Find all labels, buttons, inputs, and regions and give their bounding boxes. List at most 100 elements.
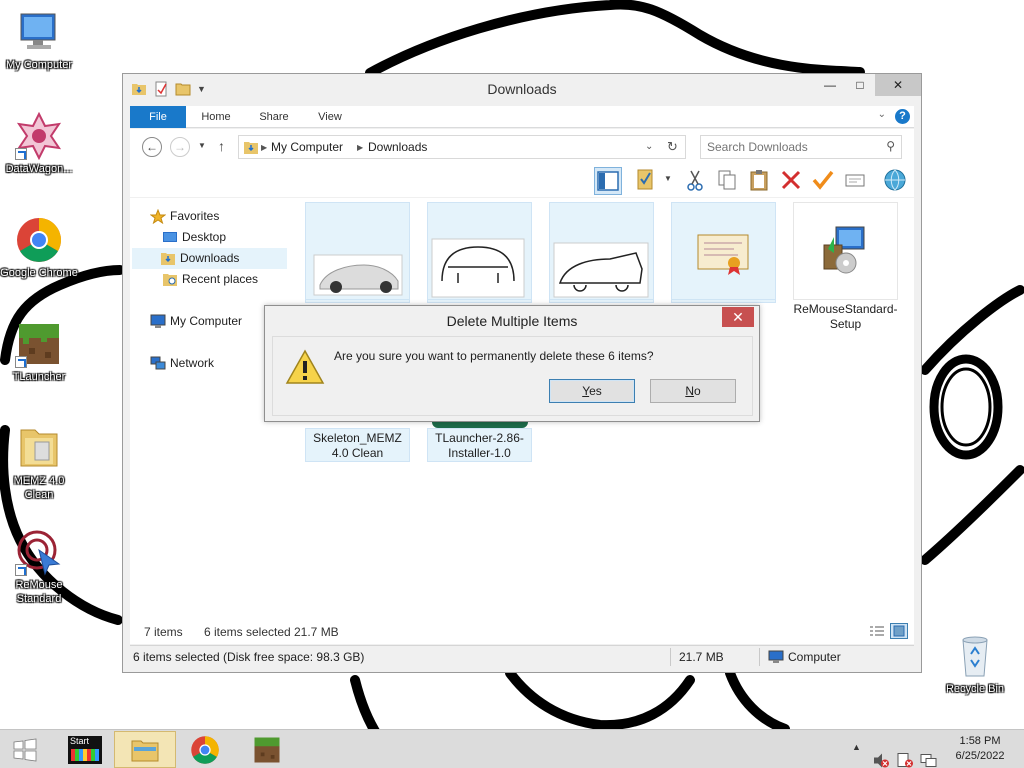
remouse-icon [15,528,63,576]
file-item[interactable] [671,202,776,303]
ribbon-tabs: File Home Share View ⌄ ? [130,106,914,128]
refresh-icon[interactable]: ↻ [667,139,678,155]
close-button[interactable]: ✕ [875,74,921,96]
tab-home[interactable]: Home [188,106,244,128]
search-box[interactable]: ⚲ [700,135,902,159]
desktop-icon-my-computer[interactable]: My Computer [0,8,78,72]
start-tile-icon: Start [68,735,102,764]
nav-my-computer[interactable]: My Computer [150,311,242,332]
address-bar[interactable]: ▶ My Computer ▶ Downloads ⌄ ↻ [238,135,686,159]
file-item[interactable] [549,202,654,303]
file-item[interactable]: ReMouseStandard-Setup [793,202,898,332]
show-hidden-icons-icon[interactable]: ▲ [852,742,861,768]
search-icon[interactable]: ⚲ [886,139,895,153]
title-bar[interactable]: ▼ Downloads — □ ✕ [123,74,921,104]
desktop-icon-label: ReMouse Standard [15,579,63,605]
computer-icon [768,650,784,663]
downloads-folder-icon [161,253,175,265]
window-title: Downloads [487,81,557,97]
file-item[interactable]: TLauncher-2.86-Installer-1.0 [427,416,532,462]
desktop-icon-recycle-bin[interactable]: Recycle Bin [936,632,1014,696]
desktop-icon-tlauncher[interactable]: TLauncher [0,320,78,384]
start-button[interactable] [0,731,50,768]
details-view-button[interactable] [868,623,886,639]
dialog-body: Are you sure you want to permanently del… [272,336,753,416]
address-dropdown-icon[interactable]: ⌄ [645,141,653,152]
breadcrumb-my-computer[interactable]: My Computer [271,140,343,154]
copy-icon [718,170,736,190]
file-item[interactable] [305,202,410,303]
breadcrumb-downloads[interactable]: Downloads [368,140,427,154]
taskbar-chrome[interactable] [174,731,236,768]
clock-time: 1:58 PM [959,735,1001,747]
network-tray-icon[interactable] [920,741,938,768]
speaker-muted-icon[interactable] [872,741,890,768]
file-name: TLauncher-2.86-Installer-1.0 [427,428,532,462]
up-arrow-icon[interactable]: ↑ [218,138,225,154]
shell-button[interactable] [882,167,910,195]
taskbar: Start ▲ 1:58 PM 6/25/2022 [0,729,1024,768]
computer-icon [150,314,166,328]
recent-locations-icon[interactable]: ▼ [198,141,206,150]
preview-pane-button[interactable] [594,167,622,195]
select-button[interactable] [842,167,870,195]
back-button[interactable]: ← [142,137,162,157]
file-item[interactable] [427,202,532,303]
nav-recent-places[interactable]: Recent places [162,269,258,290]
paste-button[interactable] [746,167,774,195]
large-icons-view-icon [893,625,905,637]
tab-view[interactable]: View [304,106,356,128]
cut-button[interactable] [682,167,710,195]
properties-button[interactable] [632,167,660,195]
nav-favorites[interactable]: Favorites [150,206,219,227]
scissors-icon [687,170,703,191]
nav-downloads[interactable]: Downloads [132,248,287,269]
details-size: 21.7 MB [679,650,724,664]
minimize-button[interactable]: — [815,74,845,96]
shortcut-arrow-icon [15,356,27,368]
taskbar-start-tile-app[interactable]: Start [54,731,116,768]
yes-button[interactable]: Yes [549,379,635,403]
network-icon [150,356,166,370]
breadcrumb-separator-icon: ▶ [357,143,364,152]
large-icons-view-button[interactable] [890,623,908,639]
delete-button[interactable] [778,167,806,195]
no-button[interactable]: No [650,379,736,403]
forward-button[interactable]: → [170,137,190,157]
taskbar-file-explorer[interactable] [114,731,176,768]
dialog-close-button[interactable]: ✕ [722,307,754,327]
selected-count: 6 items selected [204,625,291,639]
shortcut-arrow-icon [15,564,27,576]
nav-desktop[interactable]: Desktop [162,227,226,248]
tab-file[interactable]: File [130,106,186,128]
nav-label: Recent places [182,272,259,286]
star-icon [150,209,166,224]
maximize-button[interactable]: □ [845,74,875,96]
windows-logo-icon [13,738,37,761]
computer-icon [15,8,63,56]
nav-network[interactable]: Network [150,353,214,374]
action-center-icon[interactable] [896,741,914,768]
clock[interactable]: 1:58 PM 6/25/2022 [952,734,1008,764]
command-toolbar: ▼ [130,165,914,197]
desktop-icon-remouse[interactable]: ReMouse Standard [0,528,78,606]
chevron-down-icon[interactable]: ▼ [664,174,672,183]
desktop-icon-google-chrome[interactable]: Google Chrome [0,216,78,280]
copy-button[interactable] [714,167,742,195]
search-input[interactable] [707,139,877,155]
help-icon[interactable]: ? [895,109,910,124]
file-item[interactable]: Skeleton_MEMZ 4.0 Clean [305,428,410,462]
rename-button[interactable] [810,167,838,195]
nav-label: Downloads [180,251,240,265]
car-sketch-thumbnail [549,202,654,300]
status-line: 7 items 6 items selected 21.7 MB [130,618,914,644]
folder-icon [15,424,63,472]
delete-confirmation-dialog[interactable]: Delete Multiple Items ✕ Are you sure you… [264,305,760,422]
desktop-icon-datawagon[interactable]: DataWagon... [0,111,78,176]
properties-check-icon [637,169,653,190]
ribbon-collapse-icon[interactable]: ⌄ [878,109,886,120]
chrome-icon [191,735,219,764]
taskbar-tlauncher[interactable] [236,731,298,768]
desktop-icon-memz[interactable]: MEMZ 4.0 Clean [0,424,78,502]
tab-share[interactable]: Share [246,106,302,128]
